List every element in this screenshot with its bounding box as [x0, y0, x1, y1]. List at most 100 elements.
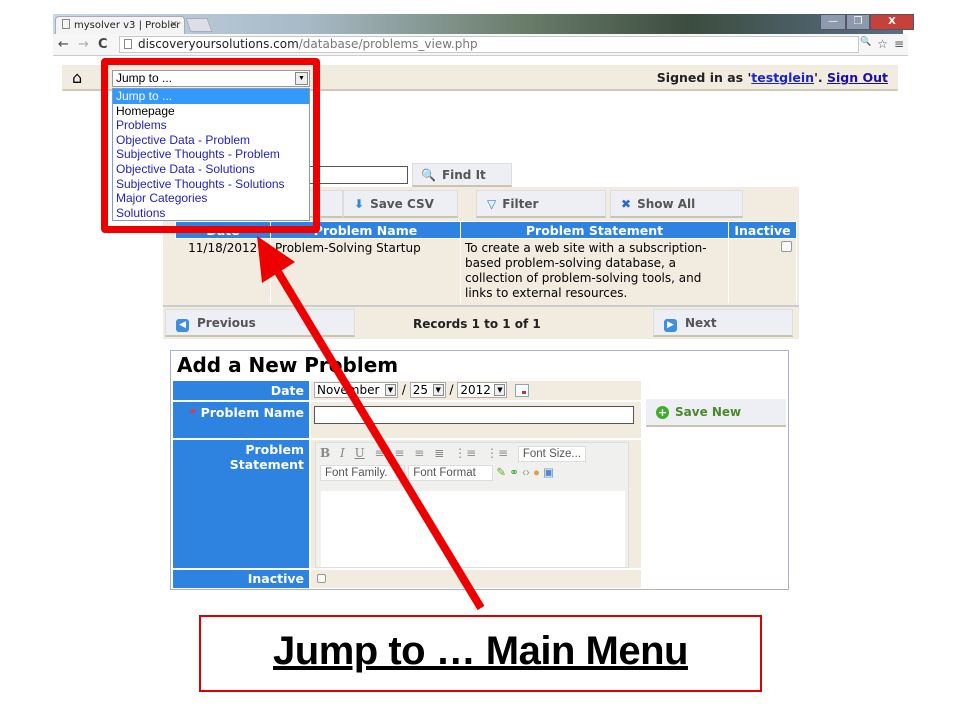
pager: ◀ Previous Records 1 to 1 of 1 ▶ Next: [163, 305, 799, 339]
year-select[interactable]: 2012 ▼: [457, 382, 508, 398]
date-separator: /: [401, 382, 406, 397]
show-all-button[interactable]: ✖ Show All: [610, 190, 743, 218]
day-select[interactable]: 25 ▼: [409, 382, 446, 398]
caption-text: Jump to … Main Menu: [273, 629, 688, 673]
problem-statement-field: B I U ≡ ≡ ≡ ≣ ⋮≡ ⋮≡ Font Size... Font Fa…: [311, 440, 641, 568]
chrome-menu-icon[interactable]: ≡: [894, 37, 904, 51]
url-domain: discoveryoursolutions.com: [138, 37, 299, 51]
underline-button[interactable]: U: [355, 446, 365, 460]
save-new-button[interactable]: + Save New: [646, 399, 786, 427]
new-tab-button[interactable]: [185, 18, 213, 32]
window-controls: — ❐ X: [820, 14, 914, 32]
page-icon: [62, 19, 70, 29]
next-label: Next: [685, 316, 717, 330]
cell-date: 11/18/2012: [175, 238, 271, 303]
previous-icon: ◀: [176, 319, 189, 332]
date-separator: /: [449, 382, 454, 397]
close-window-button[interactable]: X: [870, 14, 914, 30]
problem-statement-label-line2: Statement: [229, 457, 304, 472]
bold-button[interactable]: B: [320, 446, 330, 460]
date-field: November ▼ / 25 ▼ / 2012 ▼: [311, 381, 641, 400]
records-count: Records 1 to 1 of 1: [413, 317, 541, 331]
day-value: 25: [412, 383, 428, 397]
font-size-select[interactable]: Font Size...: [517, 446, 587, 462]
cell-problem-name[interactable]: Problem-Solving Startup: [270, 238, 461, 303]
year-value: 2012: [460, 383, 491, 397]
calendar-icon[interactable]: [515, 383, 530, 397]
signed-in-status: Signed in as 'testglein'. Sign Out: [657, 70, 888, 85]
edit-icon[interactable]: ✎: [496, 467, 506, 479]
chevron-down-icon: ▼: [385, 384, 396, 396]
filter-button[interactable]: ▽ Filter: [476, 190, 606, 218]
justify-button[interactable]: ≣: [434, 446, 444, 460]
reload-icon[interactable]: C: [98, 37, 108, 52]
problem-name-field: [311, 402, 641, 438]
zoom-icon[interactable]: 🔍: [860, 37, 871, 51]
tab-close-icon[interactable]: ×: [170, 19, 178, 30]
sign-out-link[interactable]: Sign Out: [827, 70, 888, 85]
previous-label: Previous: [197, 316, 256, 330]
highlight-box: [101, 58, 320, 233]
find-it-button[interactable]: 🔍 Find It: [412, 163, 512, 187]
inactive-field: [311, 570, 641, 588]
url-path: /database/problems_view.php: [298, 37, 478, 51]
signed-in-suffix: '.: [814, 70, 827, 85]
maximize-button[interactable]: ❐: [846, 14, 870, 30]
required-marker: *: [189, 405, 197, 420]
font-format-select[interactable]: Font Format: [408, 465, 494, 481]
italic-button[interactable]: I: [340, 446, 345, 460]
problem-name-label: * Problem Name: [173, 402, 309, 438]
find-it-label: Find It: [441, 168, 486, 182]
filter-label: Filter: [502, 197, 539, 211]
font-family-select[interactable]: Font Family.: [320, 465, 405, 481]
username-link[interactable]: testglein: [751, 70, 814, 85]
color-palette-icon[interactable]: ●: [533, 467, 540, 479]
tab-title: mysolver v3 | Probler: [74, 20, 181, 31]
html-source-icon[interactable]: ‹›: [522, 467, 530, 479]
cell-inactive: [728, 238, 797, 303]
ordered-list-button[interactable]: ⋮≡: [454, 446, 476, 460]
editor-toolbar-row2: Font Family. Font Format ✎ ⚭ ‹› ● ▣: [316, 465, 628, 489]
rich-text-editor: B I U ≡ ≡ ≡ ≣ ⋮≡ ⋮≡ Font Size... Font Fa…: [315, 442, 629, 568]
url-input[interactable]: discoveryoursolutions.com/database/probl…: [119, 36, 859, 53]
link-icon[interactable]: ⚭: [509, 467, 519, 479]
inactive-checkbox[interactable]: [317, 574, 326, 583]
editor-text-area[interactable]: [321, 491, 625, 567]
bookmark-star-icon[interactable]: ☆: [877, 37, 888, 51]
home-icon[interactable]: ⌂: [72, 68, 82, 87]
problem-statement-label: Problem Statement: [173, 440, 309, 568]
chevron-down-icon: ▼: [494, 384, 506, 396]
editor-toolbar-row1: B I U ≡ ≡ ≡ ≣ ⋮≡ ⋮≡ Font Size...: [316, 443, 628, 465]
next-icon: ▶: [664, 319, 677, 332]
document-icon[interactable]: ▣: [543, 467, 554, 479]
date-label: Date: [173, 381, 309, 400]
cell-problem-statement: To create a web site with a subscription…: [460, 238, 729, 303]
add-problem-form: Add a New Problem Date November ▼ / 25 ▼ /…: [170, 350, 789, 590]
previous-button[interactable]: ◀ Previous: [165, 309, 355, 337]
column-header-inactive[interactable]: Inactive: [728, 221, 797, 239]
align-right-button[interactable]: ≡: [414, 446, 424, 460]
align-center-button[interactable]: ≡: [394, 446, 404, 460]
back-icon[interactable]: ←: [58, 37, 69, 52]
signed-in-prefix: Signed in as ': [656, 70, 752, 85]
address-bar: ← → C discoveryoursolutions.com/database…: [53, 34, 908, 56]
bullet-list-button[interactable]: ⋮≡: [486, 446, 508, 460]
align-left-button[interactable]: ≡: [375, 446, 385, 460]
problem-name-input[interactable]: [314, 406, 634, 424]
show-all-icon: ✖: [621, 197, 632, 211]
forward-icon[interactable]: →: [78, 37, 89, 52]
inactive-label: Inactive: [173, 570, 309, 588]
minimize-button[interactable]: —: [820, 14, 846, 30]
column-header-problem-statement[interactable]: Problem Statement: [460, 221, 729, 239]
inactive-checkbox[interactable]: [781, 241, 792, 252]
add-icon: +: [656, 406, 669, 419]
save-csv-button[interactable]: ⬇ Save CSV: [343, 190, 458, 218]
download-icon: ⬇: [354, 197, 365, 211]
next-button[interactable]: ▶ Next: [653, 309, 793, 337]
month-select[interactable]: November ▼: [314, 382, 398, 398]
table-row[interactable]: 11/18/2012 Problem-Solving Startup To cr…: [175, 238, 797, 303]
save-csv-label: Save CSV: [370, 197, 434, 211]
save-new-label: Save New: [675, 405, 742, 419]
problem-statement-label-line1: Problem: [245, 442, 304, 457]
browser-tab[interactable]: mysolver v3 | Probler ×: [55, 16, 185, 34]
